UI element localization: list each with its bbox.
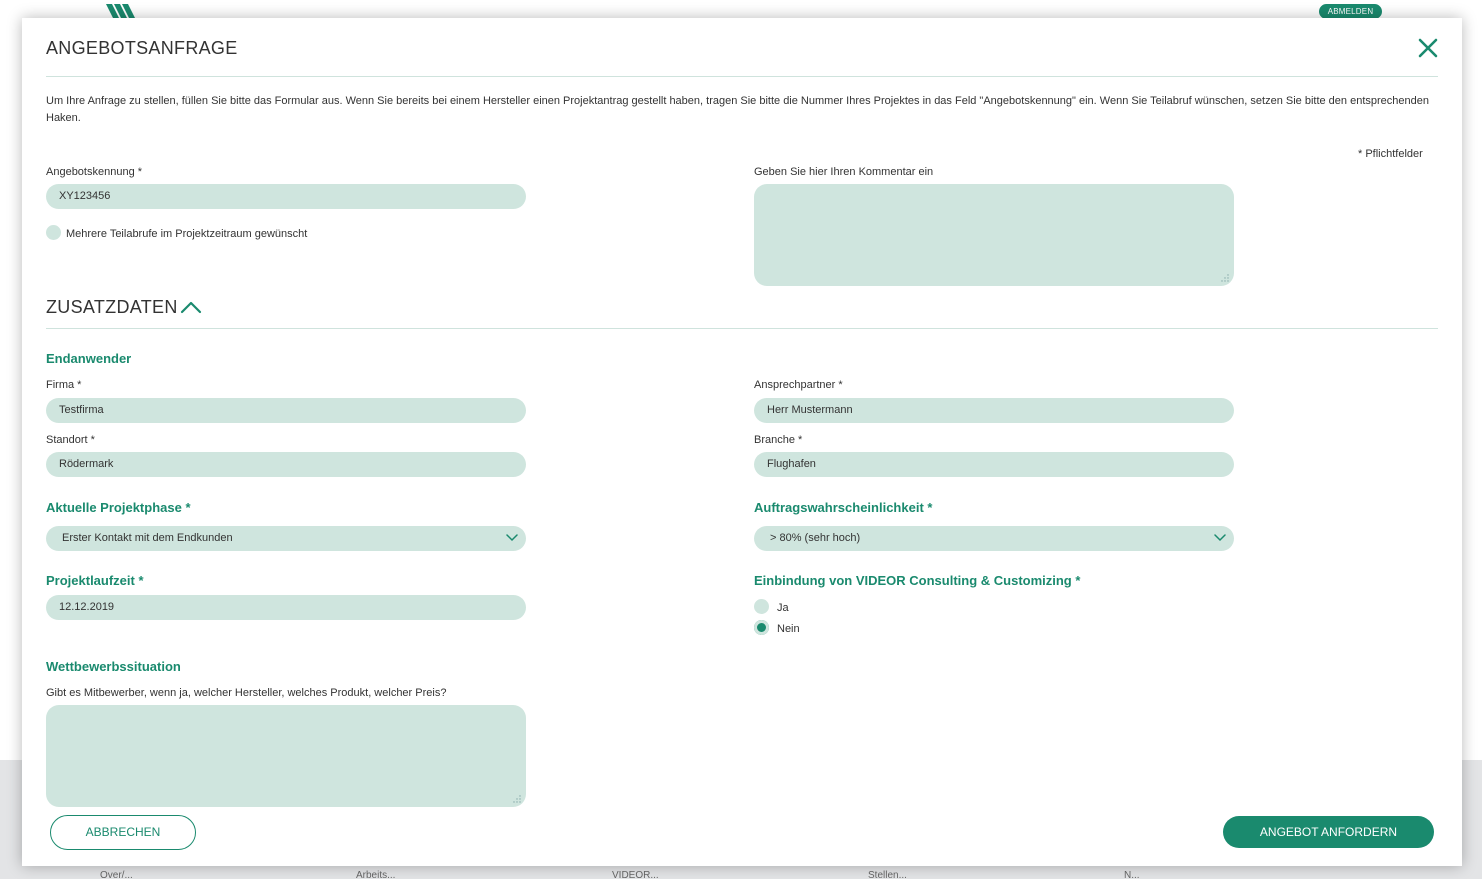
logout-button[interactable]: ABMELDEN: [1319, 4, 1382, 19]
location-label: Standort *: [46, 434, 95, 446]
close-icon[interactable]: [1416, 36, 1440, 60]
consulting-no-radio[interactable]: [754, 620, 769, 635]
probability-heading: Auftragswahrscheinlichkeit *: [754, 500, 933, 515]
project-phase-heading: Aktuelle Projektphase *: [46, 500, 191, 515]
project-phase-value: Erster Kontakt mit dem Endkunden: [62, 532, 233, 544]
industry-input[interactable]: Flughafen: [754, 452, 1234, 477]
consulting-yes-radio[interactable]: [754, 599, 769, 614]
footer-link[interactable]: Stellen...: [868, 870, 907, 879]
company-label: Firma *: [46, 379, 82, 391]
probability-select[interactable]: > 80% (sehr hoch): [754, 526, 1234, 551]
company-input[interactable]: Testfirma: [46, 398, 526, 423]
required-fields-note: * Pflichtfelder: [1358, 148, 1423, 160]
footer-link[interactable]: Over/...: [100, 870, 133, 879]
probability-value: > 80% (sehr hoch): [770, 532, 861, 544]
offer-request-modal: ANGEBOTSANFRAGE Um Ihre Anfrage zu stell…: [22, 18, 1462, 866]
competition-heading: Wettbewerbssituation: [46, 659, 181, 674]
footer-link[interactable]: VIDEOR...: [612, 870, 659, 879]
comment-label: Geben Sie hier Ihren Kommentar ein: [754, 166, 934, 178]
modal-title: ANGEBOTSANFRAGE: [46, 38, 238, 58]
comment-textarea[interactable]: [754, 184, 1234, 286]
chevron-down-icon: [506, 534, 518, 542]
chevron-down-icon: [1214, 534, 1226, 542]
resize-grip-icon[interactable]: [513, 795, 521, 803]
footer-link[interactable]: Arbeits...: [356, 870, 395, 879]
competition-textarea[interactable]: [46, 705, 526, 807]
offer-id-input[interactable]: XY123456: [46, 184, 526, 209]
project-phase-select[interactable]: Erster Kontakt mit dem Endkunden: [46, 526, 526, 551]
resize-grip-icon[interactable]: [1221, 274, 1229, 282]
consulting-heading: Einbindung von VIDEOR Consulting & Custo…: [754, 573, 1081, 588]
cancel-button[interactable]: ABBRECHEN: [50, 815, 196, 850]
end-user-heading: Endanwender: [46, 351, 132, 366]
contact-label: Ansprechpartner *: [754, 379, 843, 391]
partial-calls-checkbox[interactable]: [46, 225, 61, 240]
consulting-no-label: Nein: [777, 623, 800, 635]
competition-label: Gibt es Mitbewerber, wenn ja, welcher He…: [46, 687, 447, 699]
header-divider: [46, 76, 1438, 77]
industry-label: Branche *: [754, 434, 803, 446]
consulting-yes-label: Ja: [777, 602, 789, 614]
contact-input[interactable]: Herr Mustermann: [754, 398, 1234, 423]
project-duration-input[interactable]: 12.12.2019: [46, 595, 526, 620]
chevron-up-icon[interactable]: [180, 300, 202, 314]
offer-id-label: Angebotskennung *: [46, 166, 143, 178]
intro-text: Um Ihre Anfrage zu stellen, füllen Sie b…: [46, 95, 1429, 124]
footer-link[interactable]: N...: [1124, 870, 1140, 879]
partial-calls-label: Mehrere Teilabrufe im Projektzeitraum ge…: [66, 228, 308, 240]
section-divider: [46, 328, 1438, 329]
brand-logo-icon: [106, 4, 135, 18]
section-title-additional-data: ZUSATZDATEN: [46, 297, 178, 317]
submit-offer-button[interactable]: ANGEBOT ANFORDERN: [1223, 816, 1434, 848]
project-duration-heading: Projektlaufzeit *: [46, 573, 144, 588]
location-input[interactable]: Rödermark: [46, 452, 526, 477]
